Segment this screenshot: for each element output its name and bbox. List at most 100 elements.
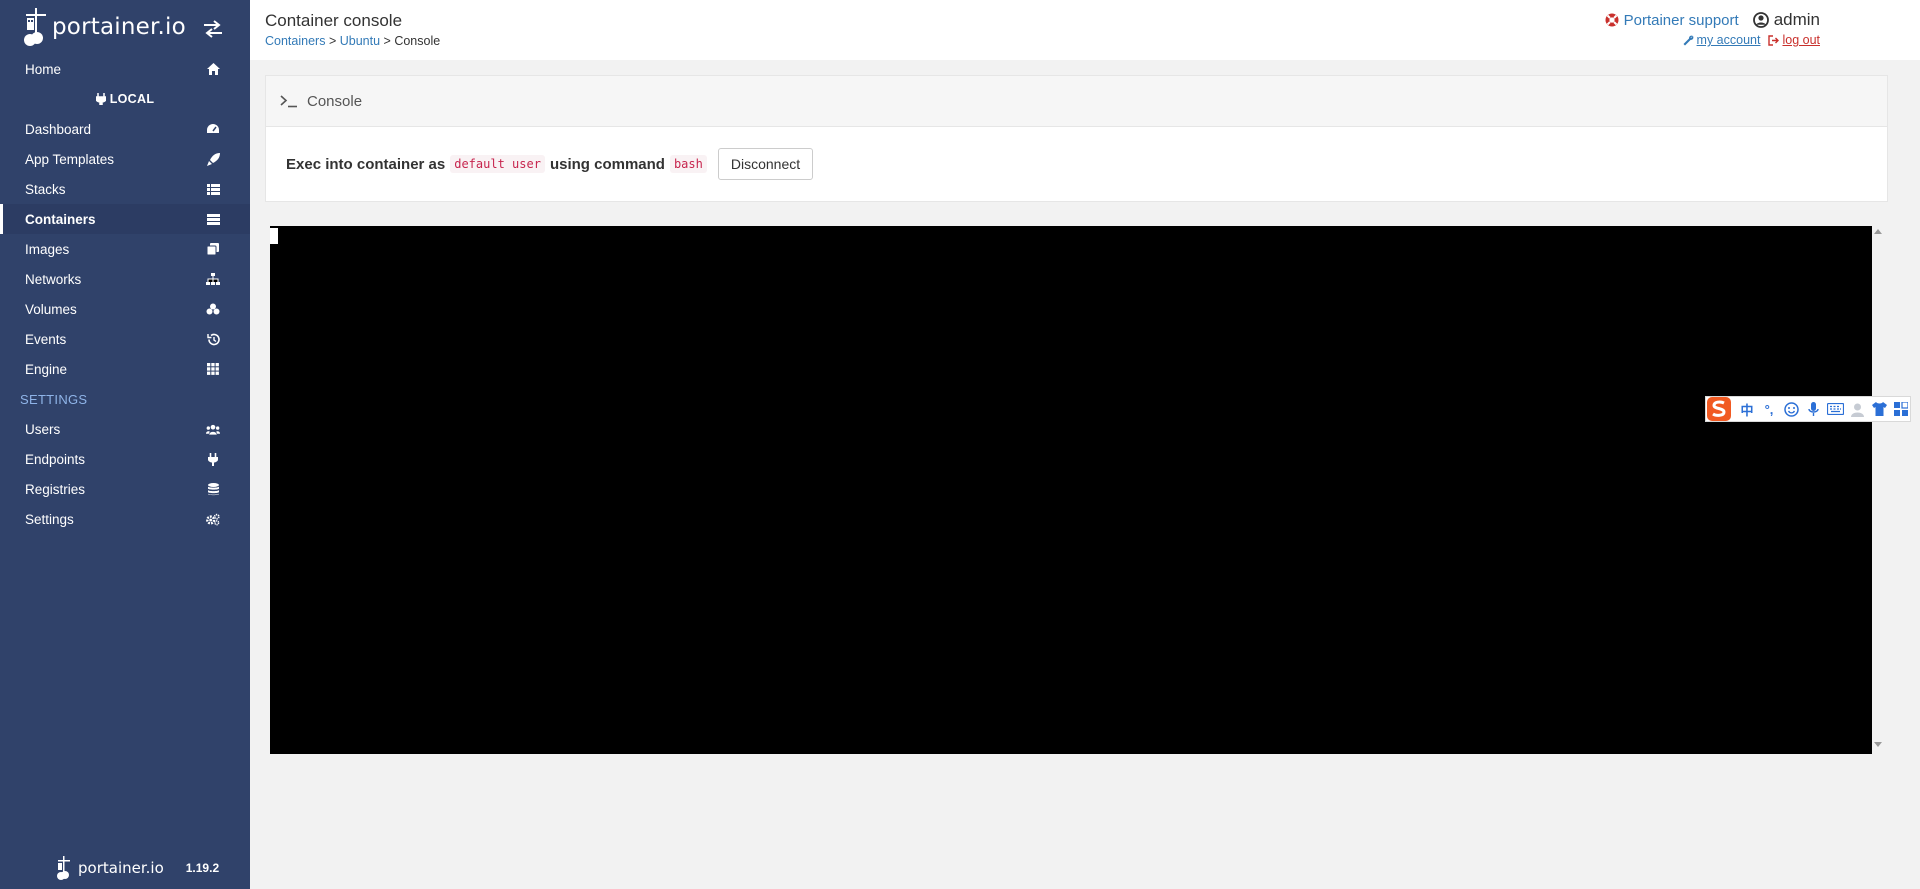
support-label: Portainer support <box>1623 11 1739 29</box>
breadcrumb-separator: > <box>328 34 337 48</box>
sogou-logo-icon[interactable] <box>1706 396 1734 422</box>
brand: portainer.io <box>0 0 250 54</box>
server-icon <box>206 212 220 226</box>
sidebar-item-settings[interactable]: Settings <box>0 504 250 534</box>
sign-out-icon <box>1768 34 1780 46</box>
user-circle-icon <box>1752 12 1769 28</box>
exec-command-code: bash <box>669 155 707 173</box>
sidebar-nav: Home LOCAL Dashboard App Templates Stack… <box>0 54 250 534</box>
portainer-logo-icon <box>57 856 70 880</box>
version-label: 1.19.2 <box>185 861 220 875</box>
brand-name[interactable]: portainer.io <box>52 14 186 40</box>
exec-user-code: default user <box>450 155 545 173</box>
sidebar-item-volumes[interactable]: Volumes <box>0 294 250 324</box>
sidebar-item-endpoints[interactable]: Endpoints <box>0 444 250 474</box>
smiley-icon[interactable] <box>1782 400 1800 418</box>
sidebar-item-label: App Templates <box>25 151 115 167</box>
sidebar-item-label: Users <box>25 421 61 437</box>
scroll-up-arrow-icon[interactable] <box>1874 228 1882 236</box>
exec-middle-text: using command <box>549 155 665 173</box>
sidebar-item-label: Events <box>25 331 67 347</box>
sidebar-item-label: Containers <box>25 211 96 227</box>
sitemap-icon <box>206 272 220 286</box>
breadcrumb-current: Console <box>394 34 441 48</box>
cubes-icon <box>206 302 220 316</box>
ime-toolbar: 中 °, <box>1705 396 1911 422</box>
th-icon <box>206 362 220 376</box>
th-list-icon <box>206 182 220 196</box>
widget-title: Console <box>307 92 363 110</box>
my-account-link[interactable]: my account <box>1683 33 1761 47</box>
sidebar-item-label: Stacks <box>25 181 66 197</box>
sidebar-item-label: Registries <box>25 481 86 497</box>
sidebar-item-engine[interactable]: Engine <box>0 354 250 384</box>
microphone-icon[interactable] <box>1804 400 1822 418</box>
widget-body: Exec into container as default user usin… <box>266 127 1887 201</box>
life-ring-icon <box>1605 13 1619 27</box>
plug-icon <box>206 452 220 466</box>
ime-chinese-mode[interactable]: 中 <box>1738 400 1756 418</box>
my-account-label: my account <box>1696 33 1761 47</box>
sidebar-item-registries[interactable]: Registries <box>0 474 250 504</box>
sidebar-item-label: Volumes <box>25 301 77 317</box>
sidebar-toggle-icon[interactable] <box>202 19 224 39</box>
widget-header: Console <box>266 76 1887 127</box>
footer-brand: portainer.io <box>78 859 164 877</box>
sidebar-item-images[interactable]: Images <box>0 234 250 264</box>
breadcrumb-separator: > <box>383 34 391 48</box>
user-label: admin <box>1773 10 1820 29</box>
sidebar-item-label: Home <box>25 61 62 77</box>
log-out-link[interactable]: log out <box>1768 33 1820 47</box>
breadcrumb-ubuntu[interactable]: Ubuntu <box>340 34 380 48</box>
support-link[interactable]: Portainer support <box>1605 12 1739 29</box>
sidebar: portainer.io Home LOCAL Dashboard App Te… <box>0 0 250 889</box>
terminal-cursor <box>270 228 278 244</box>
sidebar-item-stacks[interactable]: Stacks <box>0 174 250 204</box>
sidebar-item-containers[interactable]: Containers <box>0 204 250 234</box>
skin-shirt-icon[interactable] <box>1870 400 1888 418</box>
toolbox-grid-icon[interactable] <box>1892 400 1910 418</box>
breadcrumb: Containers > Ubuntu > Console <box>265 34 440 48</box>
terminal-icon <box>280 95 297 108</box>
sidebar-item-events[interactable]: Events <box>0 324 250 354</box>
breadcrumb-containers[interactable]: Containers <box>265 34 325 48</box>
sidebar-item-label: Dashboard <box>25 121 92 137</box>
database-icon <box>206 482 220 496</box>
sidebar-footer: portainer.io 1.19.2 <box>56 855 219 881</box>
user-name: admin <box>1752 10 1820 30</box>
wrench-icon <box>1683 35 1693 45</box>
users-icon <box>206 422 220 436</box>
clone-icon <box>206 242 220 256</box>
plug-icon <box>95 93 106 105</box>
tachometer-icon <box>206 122 220 136</box>
sidebar-item-label: Images <box>25 241 70 257</box>
scroll-down-arrow-icon[interactable] <box>1874 740 1882 748</box>
exec-prefix-text: Exec into container as <box>286 155 446 173</box>
sidebar-item-networks[interactable]: Networks <box>0 264 250 294</box>
sidebar-item-label: Endpoints <box>25 451 86 467</box>
rocket-icon <box>206 152 220 166</box>
history-icon <box>206 332 220 346</box>
sidebar-item-app-templates[interactable]: App Templates <box>0 144 250 174</box>
page-header: Container console Containers > Ubuntu > … <box>250 0 1920 60</box>
cogs-icon <box>206 512 220 526</box>
console-widget: Console Exec into container as default u… <box>265 75 1888 202</box>
user-avatar-icon[interactable] <box>1848 400 1866 418</box>
terminal-output[interactable] <box>270 226 1872 754</box>
portainer-logo-icon[interactable] <box>22 6 50 48</box>
endpoint-name: LOCAL <box>109 92 155 106</box>
disconnect-button[interactable]: Disconnect <box>717 148 814 180</box>
header-user-area: Portainer support admin my account log o… <box>1605 10 1820 47</box>
sidebar-item-users[interactable]: Users <box>0 414 250 444</box>
log-out-label: log out <box>1782 33 1820 47</box>
endpoint-label: LOCAL <box>0 84 250 114</box>
sidebar-item-label: Settings <box>25 511 74 527</box>
home-icon <box>206 62 220 76</box>
sidebar-item-label: Networks <box>25 271 82 287</box>
sidebar-item-home[interactable]: Home <box>0 54 250 84</box>
sidebar-item-dashboard[interactable]: Dashboard <box>0 114 250 144</box>
settings-section-title: SETTINGS <box>20 391 88 407</box>
keyboard-icon[interactable] <box>1826 400 1844 418</box>
sidebar-item-label: Engine <box>25 361 68 377</box>
ime-punctuation-mode[interactable]: °, <box>1760 400 1778 418</box>
